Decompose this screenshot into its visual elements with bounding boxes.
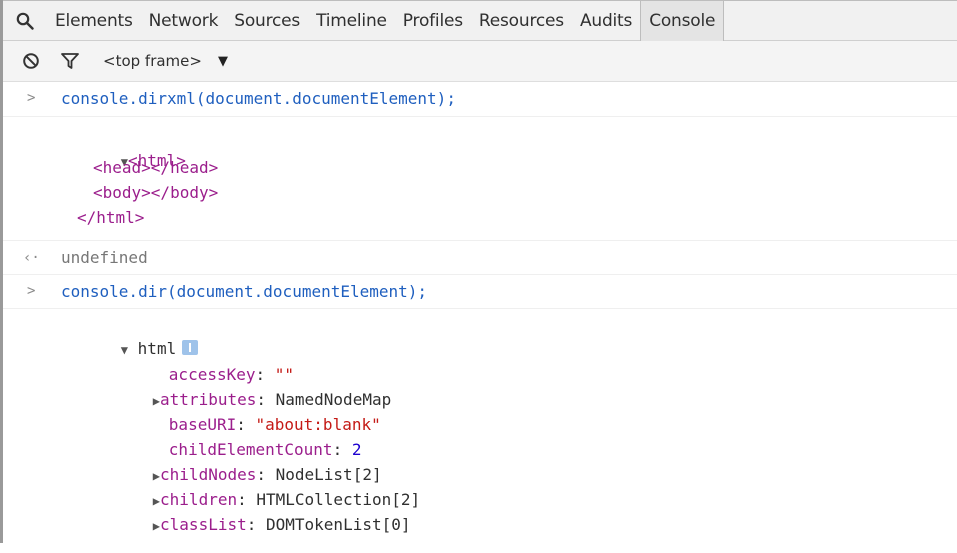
property-row[interactable]: ▶classList: DOMTokenList[0] — [95, 496, 411, 553]
console-command-row: > console.dirxml(document.documentElemen… — [3, 82, 957, 117]
tree-node-head[interactable]: <head></head> — [93, 158, 218, 177]
console-command-row: > console.dir(document.documentElement); — [3, 274, 957, 309]
tree-node-body[interactable]: <body></body> — [93, 183, 218, 202]
filter-icon — [61, 53, 79, 69]
chevron-down-icon: ▼ — [217, 53, 228, 69]
return-arrow-icon: ‹· — [23, 250, 40, 266]
search-icon — [16, 12, 34, 30]
tab-sources[interactable]: Sources — [226, 1, 308, 41]
prompt-icon: > — [27, 90, 36, 106]
expand-triangle-icon[interactable]: ▶ — [153, 519, 160, 533]
console-command-text[interactable]: console.dirxml(document.documentElement)… — [61, 89, 456, 108]
frame-selector-label: <top frame> — [103, 52, 202, 70]
tab-resources[interactable]: Resources — [471, 1, 572, 41]
console-output-row: ▼ html accessKey: "" ▶attributes: NamedN… — [3, 308, 957, 543]
tab-audits[interactable]: Audits — [572, 1, 640, 41]
property-key: classList — [160, 515, 247, 534]
tab-network[interactable]: Network — [141, 1, 227, 41]
console-output-row: ▼<html> <head></head> <body></body> </ht… — [3, 116, 957, 241]
frame-selector[interactable]: <top frame> ▼ — [103, 52, 228, 70]
devtools-toolbar: Elements Network Sources Timeline Profil… — [3, 0, 957, 41]
clear-console-button[interactable] — [17, 46, 45, 76]
console-command-text[interactable]: console.dir(document.documentElement); — [61, 282, 427, 301]
clear-console-icon — [23, 53, 39, 69]
search-button[interactable] — [3, 1, 47, 41]
console-messages: > console.dirxml(document.documentElemen… — [3, 82, 957, 543]
filter-button[interactable] — [55, 46, 85, 76]
tab-console[interactable]: Console — [640, 0, 725, 41]
console-toolbar: <top frame> ▼ — [3, 41, 957, 82]
tab-profiles[interactable]: Profiles — [395, 1, 471, 41]
property-value: DOMTokenList[0] — [266, 515, 411, 534]
console-result-row: ‹· undefined — [3, 240, 957, 275]
console-result-value: undefined — [61, 248, 148, 267]
prompt-icon: > — [27, 283, 36, 299]
tab-elements[interactable]: Elements — [47, 1, 141, 41]
tab-timeline[interactable]: Timeline — [308, 1, 395, 41]
html-close-tag: </html> — [77, 208, 145, 227]
